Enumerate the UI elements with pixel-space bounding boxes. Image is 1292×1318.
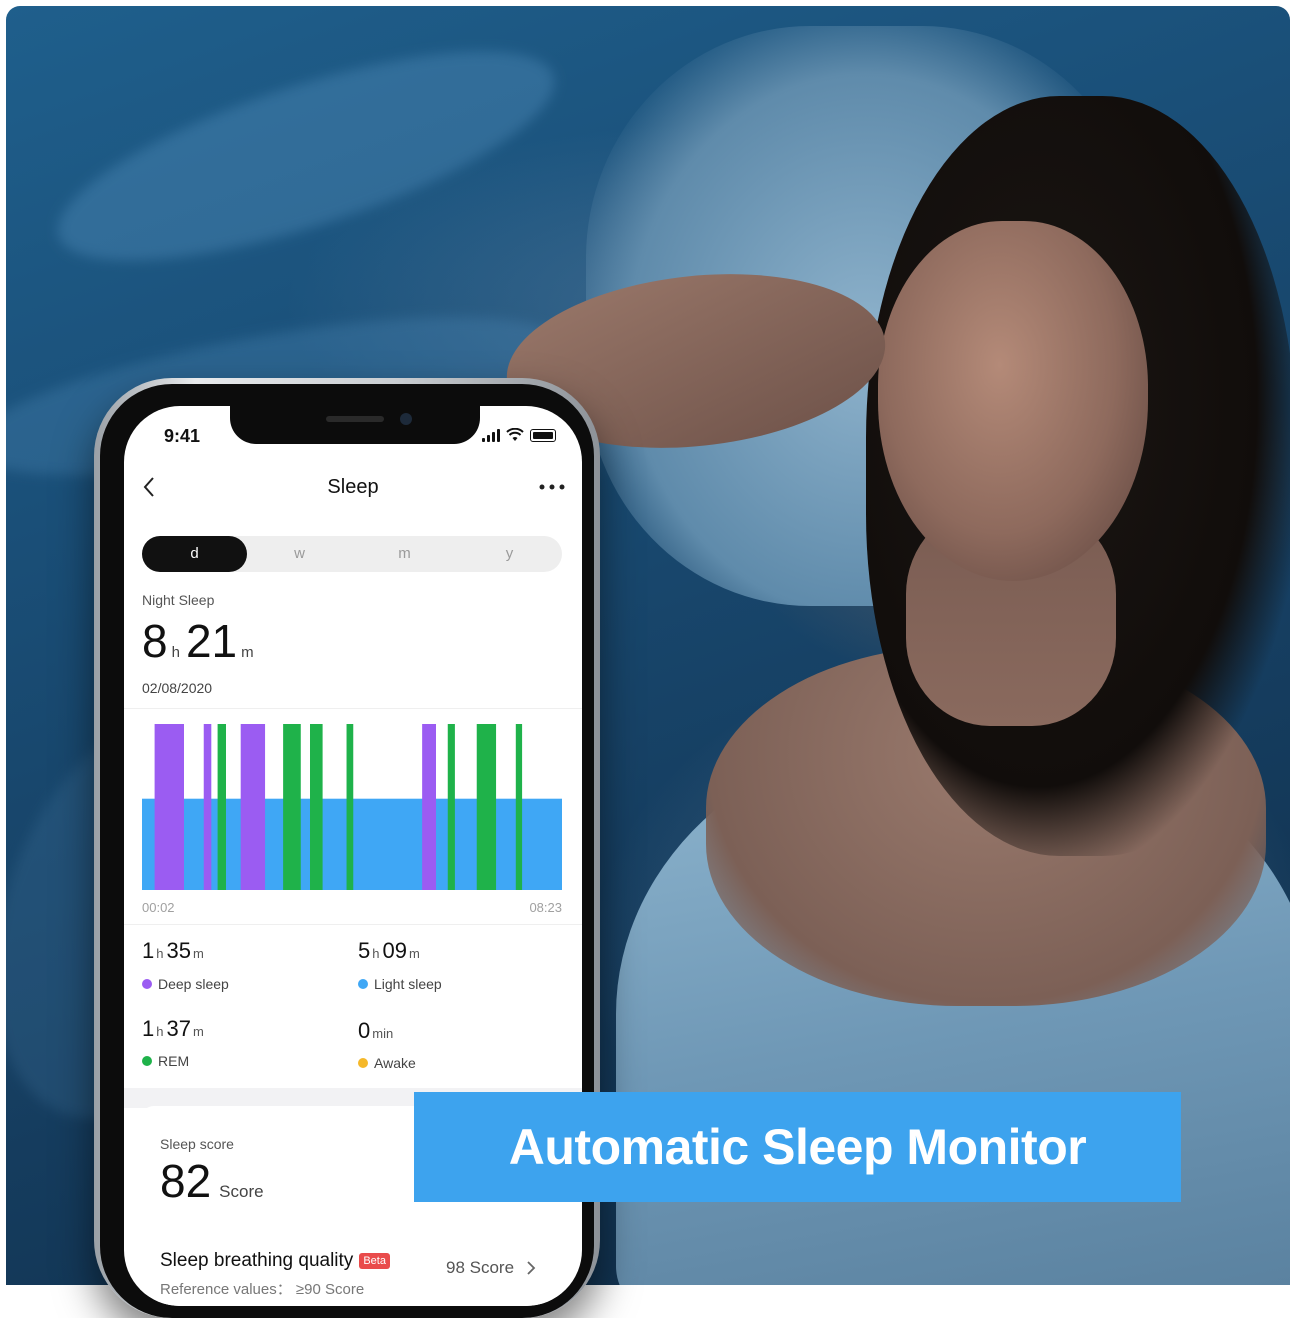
tab-week[interactable]: w xyxy=(247,536,352,572)
banner-title: Automatic Sleep Monitor xyxy=(508,1119,1087,1175)
sleep-score: 82 Score xyxy=(160,1154,270,1208)
sleep-stage-chart xyxy=(142,724,562,890)
rem-minutes-unit: m xyxy=(192,1024,204,1039)
beta-badge: Beta xyxy=(359,1252,390,1269)
breathing-score-link[interactable]: 98 Score xyxy=(446,1258,536,1278)
rem-legend: REM xyxy=(142,1053,189,1069)
nav-bar: Sleep xyxy=(124,468,582,508)
more-horizontal-icon xyxy=(539,484,565,490)
wifi-icon xyxy=(506,428,524,441)
phone-notch xyxy=(230,406,480,444)
breathing-reference: Reference values： ≥90 Score xyxy=(160,1281,365,1298)
tab-day[interactable]: d xyxy=(142,536,247,572)
light-sleep-dot xyxy=(358,979,368,989)
feature-banner: Automatic Sleep Monitor xyxy=(414,1092,1181,1202)
rem-hours: 1 xyxy=(142,1016,155,1041)
sleep-minutes: 21 xyxy=(185,615,238,667)
night-sleep-duration: 8 h 21 m xyxy=(142,614,260,668)
breathing-score-value: 98 Score xyxy=(446,1258,515,1277)
sleep-hours-unit: h xyxy=(171,644,180,661)
sleep-minutes-unit: m xyxy=(241,644,254,661)
rem-minutes: 37 xyxy=(166,1016,191,1041)
light-sleep-value: 5 h 09 m xyxy=(358,938,423,964)
rem-segment-4 xyxy=(283,724,301,890)
awake-dot xyxy=(358,1058,368,1068)
awake-value: 0 min xyxy=(358,1018,396,1044)
breathing-quality-row[interactable]: Sleep breathing quality Beta xyxy=(160,1250,390,1272)
chart-end-time: 08:23 xyxy=(529,900,562,915)
deep-sleep-value: 1 h 35 m xyxy=(142,938,207,964)
deep-segment-7 xyxy=(422,724,436,890)
sleep-date: 02/08/2020 xyxy=(142,680,213,696)
deep-sleep-legend: Deep sleep xyxy=(142,976,229,992)
awake-minutes: 0 xyxy=(358,1018,371,1043)
deep-minutes-unit: m xyxy=(192,946,204,961)
awake-unit: min xyxy=(372,1026,394,1041)
deep-sleep-label: Deep sleep xyxy=(158,976,229,992)
sleeper-face xyxy=(878,221,1148,581)
deep-segment-0 xyxy=(154,724,184,890)
deep-minutes: 35 xyxy=(166,938,191,963)
sleep-score-unit: Score xyxy=(219,1182,264,1201)
light-hours-unit: h xyxy=(372,946,380,961)
sleep-score-label: Sleep score xyxy=(160,1136,234,1152)
period-tabs: d w m y xyxy=(142,536,562,572)
battery-icon xyxy=(530,429,556,442)
rem-value: 1 h 37 m xyxy=(142,1016,207,1042)
sleep-hours: 8 xyxy=(142,615,168,667)
awake-label: Awake xyxy=(374,1055,416,1071)
signal-icon xyxy=(482,429,500,442)
light-sleep-label: Light sleep xyxy=(374,976,442,992)
light-sleep-legend: Light sleep xyxy=(358,976,442,992)
rem-segment-5 xyxy=(310,724,323,890)
light-hours: 5 xyxy=(358,938,371,963)
rem-dot xyxy=(142,1056,152,1066)
rem-segment-9 xyxy=(476,724,497,890)
light-minutes: 09 xyxy=(382,938,407,963)
chart-start-time: 00:02 xyxy=(142,900,175,915)
speaker-grille xyxy=(326,416,384,422)
deep-sleep-dot xyxy=(142,979,152,989)
camera-icon xyxy=(400,413,412,425)
divider xyxy=(124,924,582,925)
rem-hours-unit: h xyxy=(156,1024,164,1039)
tab-month[interactable]: m xyxy=(352,536,457,572)
page-title: Sleep xyxy=(327,476,379,498)
more-button[interactable] xyxy=(538,472,566,508)
breathing-quality-label: Sleep breathing quality xyxy=(160,1250,354,1271)
divider xyxy=(124,708,582,709)
rem-segment-10 xyxy=(515,724,523,890)
status-time: 9:41 xyxy=(164,426,201,446)
chevron-right-icon xyxy=(527,1261,536,1275)
night-sleep-label: Night Sleep xyxy=(142,592,215,608)
deep-segment-3 xyxy=(240,724,266,890)
status-icons xyxy=(482,428,556,442)
deep-segment-1 xyxy=(203,724,212,890)
sleep-score-value: 82 xyxy=(160,1155,212,1207)
deep-hours: 1 xyxy=(142,938,155,963)
deep-hours-unit: h xyxy=(156,946,164,961)
rem-segment-8 xyxy=(447,724,455,890)
rem-segment-2 xyxy=(217,724,226,890)
awake-legend: Awake xyxy=(358,1055,416,1071)
rem-segment-6 xyxy=(346,724,354,890)
light-minutes-unit: m xyxy=(408,946,420,961)
rem-label: REM xyxy=(158,1053,190,1069)
tab-year[interactable]: y xyxy=(457,536,562,572)
